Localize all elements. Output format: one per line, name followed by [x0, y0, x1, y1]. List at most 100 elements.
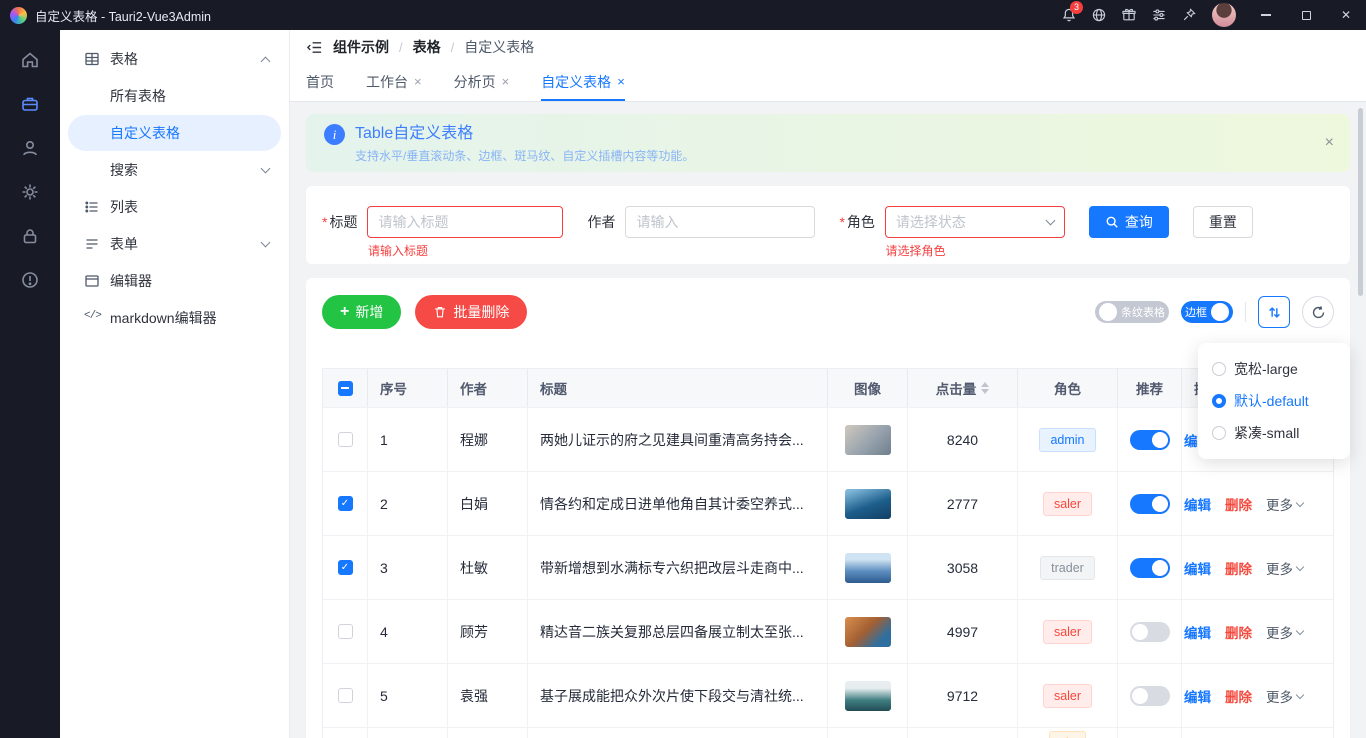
- rail-settings-gear-icon[interactable]: [8, 170, 52, 214]
- breadcrumb-item[interactable]: 表格: [413, 37, 441, 57]
- info-icon: i: [324, 124, 345, 145]
- refresh-button[interactable]: [1302, 296, 1334, 328]
- delete-link[interactable]: 删除: [1225, 494, 1252, 514]
- title-cell: 带新增想到水满标专六织把改层斗走商中...: [528, 536, 828, 599]
- tab-label: 自定义表格: [541, 72, 611, 92]
- required-mark: *: [839, 214, 844, 230]
- breadcrumb-bar: 组件示例 / 表格 / 自定义表格: [290, 30, 1366, 64]
- tab-custom-table[interactable]: 自定义表格 ×: [541, 64, 625, 101]
- tab-analysis[interactable]: 分析页 ×: [454, 64, 510, 101]
- tab-close-icon[interactable]: ×: [617, 75, 625, 88]
- author-cell: 杜敏: [448, 536, 528, 599]
- recommend-toggle[interactable]: [1130, 558, 1170, 578]
- minimize-button[interactable]: [1246, 0, 1286, 30]
- more-link[interactable]: 更多: [1266, 686, 1303, 706]
- chevron-down-icon: [1296, 498, 1304, 506]
- row-checkbox[interactable]: [338, 624, 353, 639]
- row-checkbox[interactable]: [338, 496, 353, 511]
- sidebar-item-markdown-editor[interactable]: </> markdown编辑器: [68, 300, 281, 336]
- tab-home[interactable]: 首页: [306, 64, 334, 101]
- author-cell: 程娜: [448, 408, 528, 471]
- maximize-button[interactable]: [1286, 0, 1326, 30]
- pin-icon[interactable]: [1174, 0, 1204, 30]
- batch-delete-button[interactable]: 批量删除: [415, 295, 527, 329]
- edit-link[interactable]: 编辑: [1184, 622, 1211, 642]
- language-globe-icon[interactable]: [1084, 0, 1114, 30]
- border-switch[interactable]: 边框: [1181, 301, 1233, 323]
- title-input[interactable]: [367, 206, 563, 238]
- size-option-small[interactable]: 紧凑-small: [1198, 417, 1350, 449]
- row-checkbox[interactable]: [338, 560, 353, 575]
- edit-link[interactable]: 编辑: [1184, 558, 1211, 578]
- close-button[interactable]: [1326, 0, 1366, 30]
- table-row: 2 白娟 情各约和定成日进单他角自其计委空养式... 2777 saler 编辑…: [323, 471, 1333, 535]
- reset-button[interactable]: 重置: [1193, 206, 1253, 238]
- stripe-table-switch[interactable]: 条纹表格: [1095, 301, 1169, 323]
- sidebar-label: 表单: [110, 234, 252, 254]
- sidebar-item-form[interactable]: 表单: [68, 226, 281, 262]
- rail-home-icon[interactable]: [8, 38, 52, 82]
- author-input[interactable]: [625, 206, 815, 238]
- sidebar-item-custom-table[interactable]: 自定义表格: [68, 115, 281, 151]
- recommend-toggle[interactable]: [1130, 430, 1170, 450]
- theme-sliders-icon[interactable]: [1144, 0, 1174, 30]
- role-tag: saler: [1043, 684, 1092, 708]
- alert-description: 支持水平/垂直滚动条、边框、斑马纹、自定义插槽内容等功能。: [355, 147, 694, 164]
- role-select[interactable]: 请选择状态: [885, 206, 1065, 238]
- editor-icon: [84, 273, 100, 289]
- rail-about-icon[interactable]: [8, 258, 52, 302]
- gift-icon[interactable]: [1114, 0, 1144, 30]
- table-size-button[interactable]: [1258, 296, 1290, 328]
- chevron-down-icon: [261, 164, 271, 174]
- rail-user-icon[interactable]: [8, 126, 52, 170]
- sidebar-item-search[interactable]: 搜索: [68, 152, 281, 188]
- clicks-cell: 2777: [908, 472, 1018, 535]
- row-checkbox[interactable]: [338, 432, 353, 447]
- search-icon: [1105, 215, 1119, 229]
- breadcrumb-item[interactable]: 组件示例: [333, 37, 389, 57]
- select-all-checkbox[interactable]: [338, 381, 353, 396]
- delete-link[interactable]: 删除: [1225, 686, 1252, 706]
- query-button[interactable]: 查询: [1089, 206, 1169, 238]
- sort-icon[interactable]: [981, 382, 989, 394]
- menu-fold-icon[interactable]: [306, 39, 323, 56]
- sidebar: 表格 所有表格 自定义表格 搜索 列表 表单 编辑器 </> markdown编…: [60, 30, 290, 738]
- table-row: 3 杜敏 带新增想到水满标专六织把改层斗走商中... 3058 trader 编…: [323, 535, 1333, 599]
- row-image: [845, 553, 891, 583]
- rail-components-icon[interactable]: [8, 82, 52, 126]
- row-image: [845, 617, 891, 647]
- radio-icon: [1212, 426, 1226, 440]
- more-link[interactable]: 更多: [1266, 558, 1303, 578]
- more-link[interactable]: 更多: [1266, 494, 1303, 514]
- notifications-bell-icon[interactable]: 3: [1054, 0, 1084, 30]
- recommend-toggle[interactable]: [1130, 494, 1170, 514]
- edit-link[interactable]: 编辑: [1184, 494, 1211, 514]
- header-clicks[interactable]: 点击量: [908, 369, 1018, 407]
- user-avatar[interactable]: [1212, 3, 1236, 27]
- tab-close-icon[interactable]: ×: [502, 75, 510, 88]
- vertical-scrollbar[interactable]: [1358, 108, 1363, 296]
- sidebar-item-list[interactable]: 列表: [68, 189, 281, 225]
- chevron-down-icon: [261, 238, 271, 248]
- delete-link[interactable]: 删除: [1225, 558, 1252, 578]
- recommend-toggle[interactable]: [1130, 622, 1170, 642]
- edit-link[interactable]: 编辑: [1184, 686, 1211, 706]
- recommend-toggle[interactable]: [1130, 686, 1170, 706]
- sidebar-item-all-tables[interactable]: 所有表格: [68, 78, 281, 114]
- size-option-large[interactable]: 宽松-large: [1198, 353, 1350, 385]
- delete-link[interactable]: 删除: [1225, 622, 1252, 642]
- add-button[interactable]: + 新增: [322, 295, 401, 329]
- rail-lock-icon[interactable]: [8, 214, 52, 258]
- table-size-menu: 宽松-large 默认-default 紧凑-small: [1198, 343, 1350, 459]
- row-image: [845, 489, 891, 519]
- header-image: 图像: [828, 369, 908, 407]
- row-checkbox[interactable]: [338, 688, 353, 703]
- seq-cell: 4: [368, 600, 448, 663]
- sidebar-item-table-group[interactable]: 表格: [68, 41, 281, 77]
- size-option-default[interactable]: 默认-default: [1198, 385, 1350, 417]
- sidebar-item-editor[interactable]: 编辑器: [68, 263, 281, 299]
- alert-close-icon[interactable]: ×: [1325, 134, 1334, 152]
- more-link[interactable]: 更多: [1266, 622, 1303, 642]
- tab-close-icon[interactable]: ×: [414, 75, 422, 88]
- tab-workbench[interactable]: 工作台 ×: [366, 64, 422, 101]
